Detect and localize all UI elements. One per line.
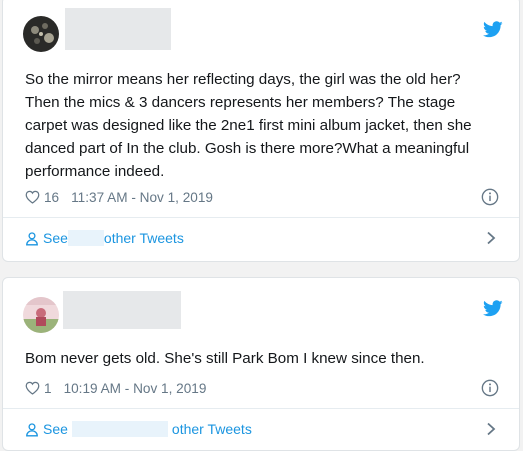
divider (3, 217, 519, 218)
person-icon (26, 231, 38, 245)
info-icon[interactable] (481, 188, 499, 206)
heart-icon[interactable] (25, 190, 40, 204)
info-icon[interactable] (481, 379, 499, 397)
tweet-text: Bom never gets old. She's still Park Bom… (25, 350, 425, 367)
tweet-timestamp[interactable]: 10:19 AM - Nov 1, 2019 (64, 381, 207, 396)
tweet-meta: 16 11:37 AM - Nov 1, 2019 (25, 187, 213, 207)
like-count[interactable]: 1 (44, 381, 52, 396)
avatar[interactable] (23, 16, 59, 52)
username-redacted (67, 230, 104, 246)
chevron-right-icon[interactable] (485, 422, 497, 436)
see-other-tweets-link[interactable]: See other Tweets (25, 227, 497, 249)
see-suffix: other Tweets (103, 230, 184, 246)
tweet-timestamp[interactable]: 11:37 AM - Nov 1, 2019 (71, 190, 213, 205)
divider (3, 408, 519, 409)
tweet-card[interactable]: So the mirror means her reflecting days,… (2, 0, 520, 262)
tweet-meta: 1 10:19 AM - Nov 1, 2019 (25, 378, 206, 398)
twitter-bird-icon[interactable] (483, 21, 503, 38)
author-name-redacted (63, 291, 181, 329)
heart-icon[interactable] (25, 381, 40, 395)
see-other-tweets-link[interactable]: See other Tweets (25, 418, 497, 440)
twitter-bird-icon[interactable] (483, 300, 503, 317)
author-name-redacted (65, 8, 171, 50)
see-suffix: other Tweets (171, 421, 252, 437)
username-redacted (71, 421, 168, 437)
person-icon (26, 422, 38, 436)
tweet-card[interactable]: Bom never gets old. She's still Park Bom… (2, 277, 520, 451)
tweet-text: So the mirror means her reflecting days,… (25, 71, 472, 180)
like-count[interactable]: 16 (44, 190, 59, 205)
avatar[interactable] (23, 297, 59, 333)
chevron-right-icon[interactable] (485, 231, 497, 245)
see-prefix: See (43, 421, 68, 437)
see-prefix: See (43, 230, 68, 246)
